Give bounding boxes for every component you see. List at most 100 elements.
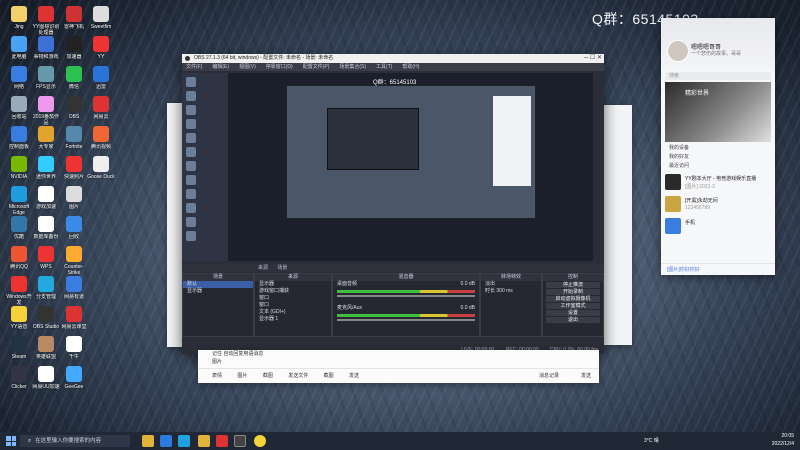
source-item[interactable]: 显示器 1 xyxy=(255,316,331,323)
tab-scenes[interactable]: 场景 xyxy=(277,265,287,271)
exit-button[interactable]: 退出 xyxy=(546,317,600,323)
list-item[interactable]: [开黑]永劫无间 123456789 xyxy=(661,193,775,215)
desktop-icon[interactable]: 分支管理 xyxy=(31,276,61,306)
virtual-camera-button[interactable]: 启动虚拟摄像机 xyxy=(546,296,600,302)
desktop-icon[interactable]: 迅雷 xyxy=(86,66,116,96)
desktop-icon[interactable]: 控制面板 xyxy=(4,126,34,156)
desktop-icon[interactable]: Steam xyxy=(4,336,34,366)
desktop-icon[interactable]: 网络 xyxy=(4,66,34,96)
group-my-devices[interactable]: 我的设备 xyxy=(661,144,775,153)
avatar[interactable] xyxy=(667,40,689,62)
source-item[interactable]: 窗口 xyxy=(255,295,331,302)
screenshot2-button[interactable]: 截图 xyxy=(324,373,334,379)
menu-item[interactable]: 工具(T) xyxy=(376,64,392,70)
desktop-icon[interactable]: Sweetfim xyxy=(86,6,116,36)
desktop-icon[interactable]: NVIDIA xyxy=(4,156,34,186)
window-controls[interactable]: ─ ☐ ✕ xyxy=(584,54,602,63)
group-my-friends[interactable]: 我的好友 xyxy=(661,153,775,162)
file-explorer-icon[interactable] xyxy=(142,435,154,447)
volume-slider[interactable] xyxy=(337,319,475,321)
desktop-icon[interactable]: 网易UU加速 xyxy=(31,366,61,396)
menu-item[interactable]: 帮助(H) xyxy=(402,64,419,70)
desktop-icon[interactable]: 图片 xyxy=(59,186,89,216)
yy-voice-icon[interactable] xyxy=(254,435,266,447)
studio-mode-button[interactable]: 工作室模式 xyxy=(546,303,600,309)
store-icon[interactable] xyxy=(160,435,172,447)
transition-duration[interactable]: 时长 300 ms xyxy=(481,288,541,295)
source-item[interactable]: 显示器 xyxy=(255,281,331,288)
menu-item[interactable]: 视图(V) xyxy=(239,64,256,70)
desktop-icon[interactable]: GeeGee xyxy=(59,366,89,396)
desktop-icon[interactable]: 网易有道 xyxy=(59,276,89,306)
desktop-icon[interactable]: 迷你世界 xyxy=(31,156,61,186)
desktop-icon[interactable]: 数据库备份 xyxy=(31,216,61,246)
desktop-icon[interactable]: OBS Studio xyxy=(31,306,61,336)
desktop-icon[interactable]: 雷神飞机 xyxy=(59,6,89,36)
desktop-icon[interactable]: OBS xyxy=(59,96,89,126)
group-recent[interactable]: 最近访问 xyxy=(661,162,775,171)
desktop-icon[interactable]: Fortnite xyxy=(59,126,89,156)
history-button[interactable]: 消息记录 xyxy=(539,369,559,383)
weather-widget[interactable]: 3°C 晴 xyxy=(644,435,659,447)
desktop-icon[interactable]: WPS xyxy=(31,246,61,276)
desktop-icon[interactable]: 游戏加速 xyxy=(31,186,61,216)
qq-signature[interactable]: 一个悲伤的故事，哥哥 xyxy=(691,50,741,57)
settings-button[interactable]: 设置 xyxy=(546,310,600,316)
desktop-icon[interactable]: Jing xyxy=(4,6,34,36)
desktop-icon[interactable]: Clicker xyxy=(4,366,34,396)
obs-menu-bar[interactable]: 文件(F) 编辑(E) 视图(V) 停靠窗口(D) 配置文件(P) 场景集合(S) 工具(T… xyxy=(182,63,604,71)
taskbar-search[interactable]: ⌕ 在这里输入你要搜索的内容 xyxy=(20,435,130,447)
desktop-icon[interactable]: Microsoft Edge xyxy=(4,186,34,216)
desktop-icon[interactable]: 事物和游戏 xyxy=(31,36,61,66)
list-item[interactable]: YY剧本大厅 - 电竞游戏娱乐直播 [图片] 2022-3 xyxy=(661,171,775,193)
yy-icon[interactable] xyxy=(198,435,210,447)
chat-window[interactable]: 记住 自动回复用语消息 图片 表情 图片 截图 发送文件 截图 发送 发送 消息… xyxy=(198,350,599,383)
screenshot-button[interactable]: 截图 xyxy=(263,373,273,379)
desktop-icon[interactable]: YY语音 xyxy=(4,306,34,336)
obs-window[interactable]: OBS 27.1.3 (64 bit, windows) - 配置文件: 未命名… xyxy=(182,54,604,354)
clock[interactable]: 20:05 2022/12/4 xyxy=(772,432,794,448)
desktop-icon[interactable]: 网易云 xyxy=(86,96,116,126)
desktop-icon[interactable]: 快速照片 xyxy=(59,156,89,186)
desktop-icon[interactable]: FPS显示 xyxy=(31,66,61,96)
desktop-icon[interactable]: YY xyxy=(86,36,116,66)
source-item[interactable]: 文本 (GDI+) xyxy=(255,309,331,316)
send-toolbar-button[interactable]: 发送 xyxy=(349,373,359,379)
edge-icon[interactable] xyxy=(178,435,190,447)
desktop-icon[interactable]: Goose Duck xyxy=(86,156,116,186)
qq-main-panel[interactable]: 嗯嗯嗯哥哥 一个悲伤的故事，哥哥 搜索 精彩世界 我的设备 我的好友 最近访问 … xyxy=(661,18,775,275)
desktop-icon[interactable]: 腾讯QQ xyxy=(4,246,34,276)
obs-taskbar-icon[interactable] xyxy=(234,435,246,447)
volume-slider[interactable] xyxy=(337,295,475,297)
desktop-icon[interactable]: 微信 xyxy=(59,66,89,96)
start-recording-button[interactable]: 开始录制 xyxy=(546,289,600,295)
desktop-icon[interactable]: YY图標识别处理器 xyxy=(31,6,61,36)
qq-banner[interactable]: 精彩世界 xyxy=(665,82,771,142)
menu-item[interactable]: 场景集合(S) xyxy=(339,64,366,70)
source-item[interactable]: 窗口 xyxy=(255,302,331,309)
desktop-icon[interactable]: 此电脑 xyxy=(4,36,34,66)
desktop-icon[interactable]: 网易云课堂 xyxy=(59,306,89,336)
scene-item[interactable]: 默认 xyxy=(183,281,253,288)
list-item[interactable]: 手机 xyxy=(661,215,775,237)
send-file-button[interactable]: 发送文件 xyxy=(288,373,308,379)
menu-item[interactable]: 配置文件(P) xyxy=(303,64,330,70)
desktop-icon[interactable]: 回收 xyxy=(59,216,89,246)
desktop-icon[interactable]: Windows开发 xyxy=(4,276,34,306)
obs-preview-canvas[interactable]: Q群：65145103 xyxy=(228,73,593,261)
qq-footer-message[interactable]: [图片]你好你好 xyxy=(661,263,775,275)
qq-search-input[interactable]: 搜索 xyxy=(665,72,771,80)
obs-title-bar[interactable]: OBS 27.1.3 (64 bit, windows) - 配置文件: 未命名… xyxy=(182,54,604,63)
desktop-icon[interactable]: 回收站 xyxy=(4,96,34,126)
desktop-icon[interactable]: 大专家 xyxy=(31,126,61,156)
emoji-button[interactable]: 表情 xyxy=(212,373,222,379)
desktop-icon[interactable]: 英雄联盟 xyxy=(31,336,61,366)
menu-item[interactable]: 文件(F) xyxy=(186,64,202,70)
start-button[interactable] xyxy=(6,436,16,446)
desktop-icon[interactable]: 腾讯视频 xyxy=(86,126,116,156)
scene-item[interactable]: 显示器 xyxy=(183,288,253,295)
source-item[interactable]: 游戏窗口捕获 xyxy=(255,288,331,295)
app-icon[interactable] xyxy=(216,435,228,447)
chat-toolbar[interactable]: 表情 图片 截图 发送文件 截图 发送 发送 消息记录 xyxy=(198,368,599,383)
desktop-icon[interactable]: 2019番茄作品 xyxy=(31,96,61,126)
